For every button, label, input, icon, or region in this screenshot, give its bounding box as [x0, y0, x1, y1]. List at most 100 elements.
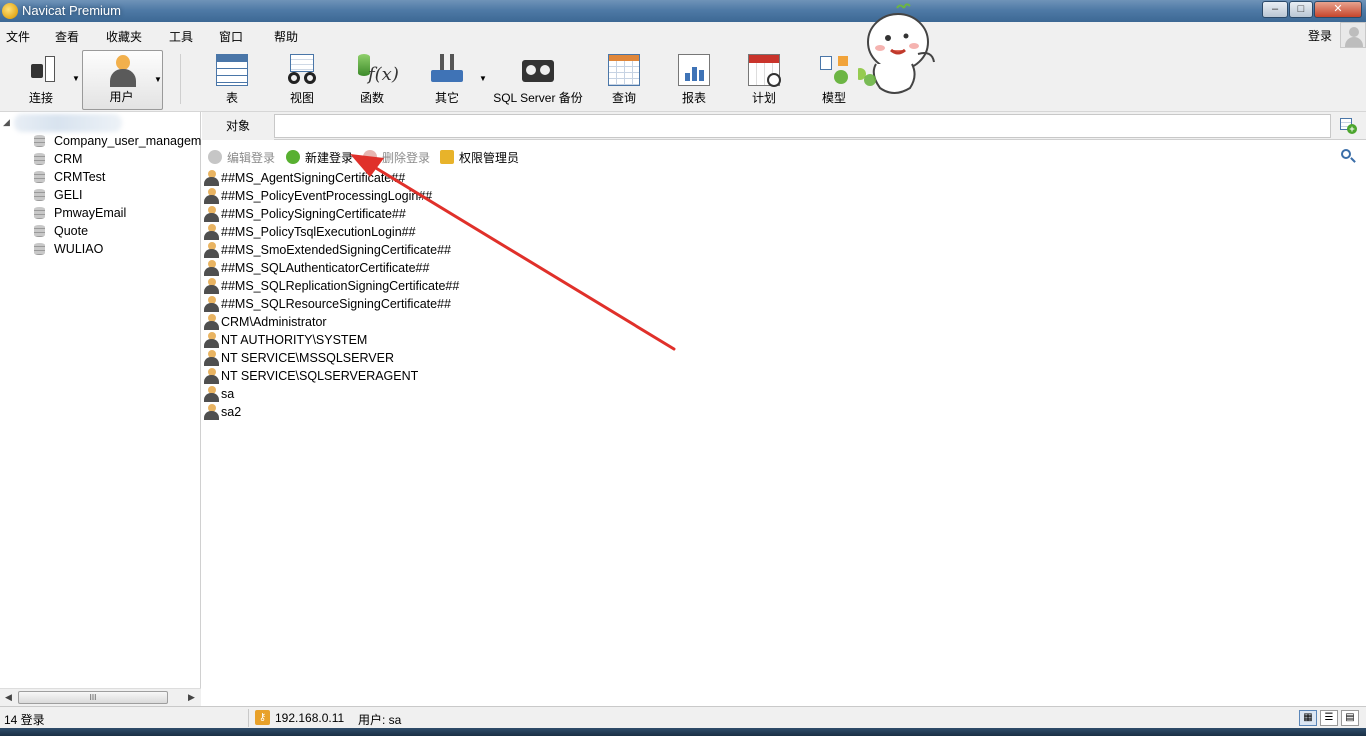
login-item[interactable]: ##MS_PolicyTsqlExecutionLogin##	[202, 223, 902, 241]
login-count: 14 登录	[4, 713, 45, 727]
database-item[interactable]: WULIAO	[34, 240, 201, 258]
database-item[interactable]: GELI	[34, 186, 201, 204]
login-user-icon	[204, 404, 219, 420]
login-name: NT SERVICE\MSSQLSERVER	[221, 351, 394, 365]
menu-file[interactable]: 文件	[6, 28, 30, 45]
model-button[interactable]: 模型	[804, 50, 864, 110]
user-dropdown-arrow-icon[interactable]: ▼	[154, 75, 162, 84]
user-label: 用户	[109, 90, 134, 104]
close-button[interactable]: ✕	[1314, 1, 1362, 18]
new-tab-button[interactable]: +	[1338, 116, 1358, 136]
function-button[interactable]: f(x) 函数	[342, 50, 402, 110]
other-dropdown-arrow-icon[interactable]: ▼	[479, 74, 487, 83]
login-item[interactable]: ##MS_SQLReplicationSigningCertificate##	[202, 277, 902, 295]
window-title: Navicat Premium	[22, 3, 121, 18]
tab-strip-empty	[274, 114, 1331, 138]
table-icon	[216, 54, 248, 86]
query-button[interactable]: 查询	[594, 50, 654, 110]
database-item[interactable]: Quote	[34, 222, 201, 240]
login-item[interactable]: ##MS_SmoExtendedSigningCertificate##	[202, 241, 902, 259]
database-name: CRMTest	[54, 170, 106, 184]
model-icon	[818, 54, 850, 86]
sidebar-horizontal-scrollbar[interactable]: ◀ III ▶	[0, 688, 201, 706]
scroll-left-arrow-icon[interactable]: ◀	[5, 692, 12, 703]
function-icon: f(x)	[356, 54, 399, 86]
avatar-body-shape	[1345, 37, 1363, 47]
scroll-right-arrow-icon[interactable]: ▶	[188, 692, 195, 703]
login-list: ##MS_AgentSigningCertificate## ##MS_Poli…	[202, 169, 1366, 706]
menu-bar: 文件 查看 收藏夹 工具 窗口 帮助 登录	[0, 22, 1366, 48]
login-item[interactable]: sa2	[202, 403, 902, 421]
table-button[interactable]: 表	[202, 50, 262, 110]
database-name: Company_user_managem	[54, 134, 201, 148]
login-item[interactable]: CRM\Administrator	[202, 313, 902, 331]
query-label: 查询	[611, 91, 636, 105]
login-item[interactable]: NT SERVICE\SQLSERVERAGENT	[202, 367, 902, 385]
view-label: 视图	[289, 91, 314, 105]
database-item[interactable]: Company_user_managem	[34, 132, 201, 150]
schedule-button[interactable]: 计划	[734, 50, 794, 110]
login-user-icon	[204, 296, 219, 312]
database-name: GELI	[54, 188, 83, 202]
database-name: PmwayEmail	[54, 206, 127, 220]
backup-tape-icon	[522, 54, 554, 86]
report-button[interactable]: 报表	[664, 50, 724, 110]
role-manager-button[interactable]: 权限管理员	[440, 149, 524, 165]
backup-label: SQL Server 备份	[493, 91, 583, 105]
login-user-icon	[204, 332, 219, 348]
sqlserver-backup-button[interactable]: SQL Server 备份	[488, 50, 588, 110]
blurred-connection-name	[14, 114, 122, 132]
login-name: ##MS_PolicyEventProcessingLogin##	[221, 189, 433, 203]
new-login-plus-icon	[286, 150, 300, 164]
new-login-button[interactable]: 新建登录	[286, 149, 360, 165]
login-link[interactable]: 登录	[1308, 27, 1332, 44]
login-item[interactable]: ##MS_PolicySigningCertificate##	[202, 205, 902, 223]
grid-view-icon[interactable]: ▦	[1299, 710, 1317, 726]
user-button[interactable]: 用户 ▼	[82, 50, 163, 110]
connection-node[interactable]: ◢	[0, 114, 201, 132]
maximize-button[interactable]: □	[1289, 1, 1313, 18]
server-key-icon: ⚷	[255, 710, 270, 725]
login-item[interactable]: NT SERVICE\MSSQLSERVER	[202, 349, 902, 367]
other-button[interactable]: 其它	[417, 50, 477, 110]
menu-tools[interactable]: 工具	[169, 28, 193, 45]
status-bar: 14 登录 ⚷ 192.168.0.11 用户: sa ▦ ☰ ▤	[0, 706, 1366, 728]
delete-login-button[interactable]: 删除登录	[363, 149, 437, 165]
connect-button[interactable]: 连接	[10, 50, 72, 110]
login-item[interactable]: ##MS_SQLAuthenticatorCertificate##	[202, 259, 902, 277]
detail-view-icon[interactable]: ▤	[1341, 710, 1359, 726]
login-item[interactable]: ##MS_SQLResourceSigningCertificate##	[202, 295, 902, 313]
login-item[interactable]: sa	[202, 385, 902, 403]
menu-help[interactable]: 帮助	[274, 28, 298, 45]
login-item[interactable]: ##MS_PolicyEventProcessingLogin##	[202, 187, 902, 205]
login-item[interactable]: ##MS_AgentSigningCertificate##	[202, 169, 902, 187]
view-button[interactable]: 视图	[272, 50, 332, 110]
collapse-triangle-icon[interactable]: ◢	[3, 117, 10, 128]
report-label: 报表	[681, 91, 706, 105]
report-icon	[678, 54, 710, 86]
connect-dropdown-arrow-icon[interactable]: ▼	[72, 74, 80, 83]
login-user-icon	[204, 314, 219, 330]
scrollbar-thumb[interactable]: III	[18, 691, 168, 704]
login-item[interactable]: NT AUTHORITY\SYSTEM	[202, 331, 902, 349]
object-tab-bar: 对象 +	[202, 112, 1366, 140]
menu-view[interactable]: 查看	[55, 28, 79, 45]
login-name: ##MS_SQLResourceSigningCertificate##	[221, 297, 451, 311]
edit-login-button[interactable]: 编辑登录	[208, 149, 282, 165]
account-avatar[interactable]	[1340, 22, 1366, 48]
database-item[interactable]: PmwayEmail	[34, 204, 201, 222]
edit-arrow-icon	[208, 150, 222, 164]
search-icon[interactable]	[1340, 148, 1356, 164]
menu-favorites[interactable]: 收藏夹	[106, 28, 142, 45]
avatar-head-shape	[1349, 27, 1359, 37]
login-user-icon	[204, 368, 219, 384]
database-item[interactable]: CRMTest	[34, 168, 201, 186]
user-icon	[107, 55, 139, 87]
database-icon	[34, 135, 45, 147]
database-item[interactable]: CRM	[34, 150, 201, 168]
login-name: NT AUTHORITY\SYSTEM	[221, 333, 368, 347]
list-view-icon[interactable]: ☰	[1320, 710, 1338, 726]
minimize-button[interactable]: ‒	[1262, 1, 1288, 18]
tab-objects[interactable]: 对象	[202, 114, 274, 140]
menu-window[interactable]: 窗口	[219, 28, 243, 45]
